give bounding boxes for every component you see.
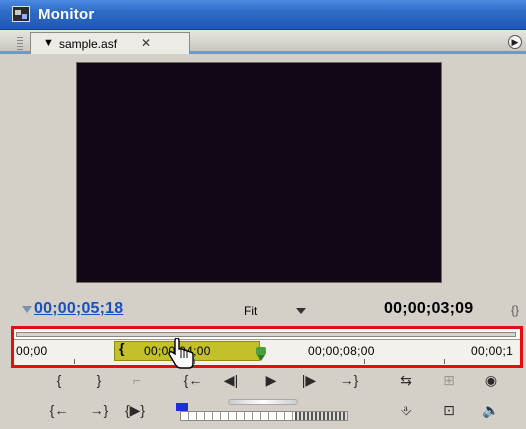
drag-grip-icon[interactable] [17, 37, 23, 51]
set-unnumbered-marker-button[interactable]: ⌐ [124, 369, 150, 391]
step-forward-button[interactable]: |▶ [296, 369, 322, 391]
tab-label: sample.asf [59, 37, 118, 51]
duration-display: 00;00;03;09 [384, 300, 474, 317]
circle-arrow-icon[interactable]: ▶ [508, 35, 522, 49]
triangle-down-icon[interactable]: ▼ [43, 37, 54, 49]
tab-sample-asf[interactable]: ▼ sample.asf ✕ [17, 32, 190, 54]
time-ruler[interactable]: { 00;00 00;00;04;00 00;00;08;00 00;00;1 [11, 326, 523, 368]
step-back-button[interactable]: ◀| [218, 369, 244, 391]
jog-disk[interactable] [180, 411, 348, 421]
playhead-marker-icon[interactable] [254, 347, 268, 361]
hand-cursor-icon [168, 338, 194, 369]
insert-button[interactable]: ⎀ [393, 399, 419, 421]
bracket-icon: {} [511, 303, 520, 317]
timeline-scrollbar[interactable] [16, 332, 516, 337]
in-point-marker[interactable]: { [119, 340, 124, 356]
play-button[interactable]: ▶ [258, 369, 284, 391]
shuttle-position-indicator [176, 403, 188, 411]
ruler-tick-label: 00;00 [16, 344, 48, 358]
overlay-button[interactable]: ⊡ [436, 399, 462, 421]
mark-out-button[interactable]: } [86, 369, 112, 391]
speaker-button[interactable]: 🔈 [478, 399, 504, 421]
close-icon[interactable]: ✕ [141, 36, 151, 50]
go-to-out-point-button[interactable]: →} [336, 369, 362, 391]
time-row: 00;00;05;18 Fit 00;00;03;09 {} [0, 293, 526, 325]
zoom-select-value[interactable]: Fit [244, 304, 257, 318]
video-display [76, 62, 442, 283]
shuttle-slider[interactable] [228, 399, 298, 405]
ruler-tick-label: 00;00;1 [471, 344, 514, 358]
monitor-window: Monitor ▼ sample.asf ✕ ▶ 00;00;05;18 Fit… [0, 0, 526, 429]
mark-in-button[interactable]: { [46, 369, 72, 391]
go-to-next-edit-button[interactable]: →} [86, 399, 112, 421]
title-bar[interactable]: Monitor [0, 0, 526, 30]
tab-strip: ▼ sample.asf ✕ ▶ [0, 30, 526, 54]
monitor-app-icon [12, 6, 30, 22]
transport-controls: { } ⌐ {← ◀| ▶ |▶ →} ⇆ ⊞ ◉ {← →} {▶} ⎀ ⊡ … [0, 369, 526, 429]
loop-button[interactable]: ⇆ [393, 369, 419, 391]
ruler-minor-tick [444, 359, 445, 364]
current-time-display[interactable]: 00;00;05;18 [34, 300, 123, 318]
ruler-minor-tick [364, 359, 365, 364]
current-time-indicator-icon [22, 306, 32, 313]
go-to-previous-edit-button[interactable]: {← [46, 399, 72, 421]
viewer-panel [0, 57, 526, 297]
safe-margins-button[interactable]: ⊞ [436, 369, 462, 391]
ruler-tick-label: 00;00;08;00 [308, 344, 375, 358]
output-button[interactable]: ◉ [478, 369, 504, 391]
chevron-down-icon[interactable] [296, 308, 306, 314]
window-title: Monitor [38, 6, 95, 23]
play-in-to-out-button[interactable]: {▶} [122, 399, 148, 421]
ruler-minor-tick [74, 359, 75, 364]
